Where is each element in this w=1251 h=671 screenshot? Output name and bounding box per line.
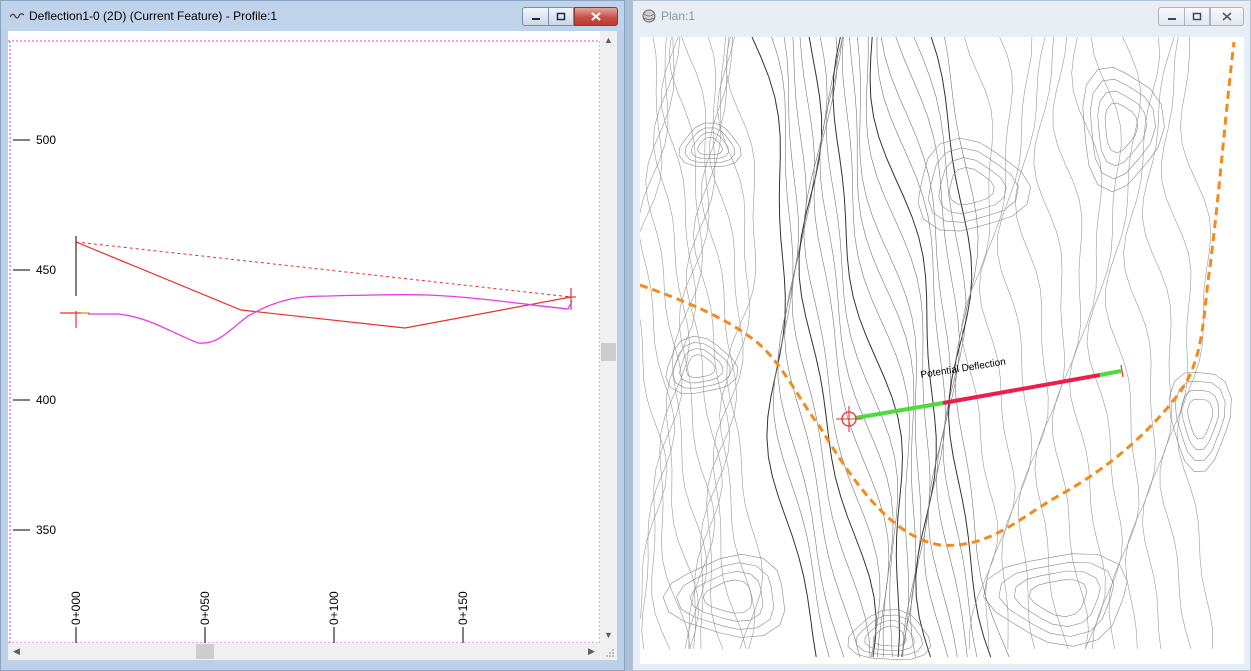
profile-titlebar[interactable]: Deflection1-0 (2D) (Current Feature) - P…	[1, 1, 624, 31]
x-tick-label-50: 0+050	[198, 591, 212, 625]
contour-line	[1187, 398, 1213, 440]
contour-line	[784, 37, 861, 658]
contour-line	[685, 354, 716, 378]
contour-line	[869, 37, 937, 658]
scroll-up-arrow-icon[interactable]: ▲	[600, 31, 617, 48]
design-profile-line	[88, 293, 573, 344]
y-tick-label-450: 450	[36, 263, 56, 277]
contour-line	[1174, 380, 1226, 462]
contour-line	[847, 609, 932, 660]
y-tick-label-350: 350	[36, 523, 56, 537]
x-tick-label-0: 0+000	[69, 591, 83, 625]
contour-line	[1176, 37, 1214, 650]
profile-horizontal-scroll-thumb[interactable]	[196, 644, 214, 659]
contour-line	[1051, 37, 1089, 650]
profile-view[interactable]: 500 450 400 350 0+000 0+050 0+100 0+150	[8, 31, 617, 660]
plan-view[interactable]: Potential Deflection	[640, 37, 1244, 664]
contour-line	[798, 37, 877, 658]
scroll-left-arrow-icon[interactable]: ◀	[8, 643, 25, 660]
contour-line	[1123, 37, 1161, 650]
contour-line	[849, 37, 917, 658]
contour-line	[803, 37, 881, 658]
profile-horizontal-scrollbar[interactable]: ◀ ▶	[8, 643, 600, 660]
contour-line	[961, 37, 998, 649]
chord-dashed-line	[75, 241, 572, 298]
y-tick-label-500: 500	[36, 133, 56, 147]
contour-line	[640, 37, 675, 650]
plan-titlebar[interactable]: Plan:1	[633, 1, 1250, 31]
x-axis: 0+000 0+050 0+100 0+150	[69, 591, 470, 643]
plan-window: Plan:1 Potential Deflection	[632, 0, 1251, 671]
resize-grip-icon[interactable]	[600, 643, 617, 660]
y-tick-label-400: 400	[36, 393, 56, 407]
x-tick-label-150: 0+150	[456, 591, 470, 625]
safe-segment-start[interactable]	[854, 401, 944, 420]
deflection-segment[interactable]	[942, 373, 1101, 405]
scroll-right-arrow-icon[interactable]: ▶	[583, 643, 600, 660]
profile-close-button[interactable]	[574, 7, 618, 26]
plan-minimize-button[interactable]	[1158, 7, 1184, 26]
contour-line	[876, 37, 949, 658]
contour-line	[1082, 66, 1165, 193]
minimize-icon	[1167, 17, 1176, 20]
profile-minimize-button[interactable]	[522, 7, 548, 26]
contour-line	[983, 553, 1128, 647]
profile-wave-icon	[10, 13, 24, 19]
plan-maximize-button[interactable]	[1184, 7, 1210, 26]
profile-window-title: Deflection1-0 (2D) (Current Feature) - P…	[29, 9, 278, 23]
ground-profile-line	[75, 241, 572, 329]
contour-line	[791, 37, 871, 658]
contour-line	[645, 37, 683, 650]
contour-line	[819, 37, 894, 658]
contour-line	[832, 37, 904, 658]
minimize-icon	[531, 17, 540, 20]
contour-line	[777, 37, 845, 658]
contour-line	[948, 167, 995, 205]
profile-vertical-scrollbar[interactable]: ▲ ▼	[600, 31, 617, 643]
contour-line	[1097, 90, 1147, 167]
contour-line	[938, 157, 1007, 214]
scroll-down-arrow-icon[interactable]: ▼	[600, 626, 617, 643]
plan-canvas[interactable]: Potential Deflection	[640, 37, 1244, 664]
contour-line	[841, 37, 910, 658]
contour-line	[944, 37, 1010, 658]
globe-icon	[642, 9, 656, 23]
contour-line	[1141, 37, 1175, 650]
contour-line	[978, 37, 1016, 650]
contour-line	[1159, 37, 1192, 650]
potential-deflection-label: Potential Deflection	[920, 357, 1007, 381]
maximize-icon	[1192, 12, 1202, 21]
contour-lines	[640, 37, 1232, 660]
plan-caption-buttons	[1158, 7, 1244, 26]
contour-line	[895, 37, 968, 658]
contour-line	[717, 37, 756, 650]
profile-vertical-scroll-thumb[interactable]	[601, 343, 616, 361]
contour-line	[997, 37, 1033, 650]
contour-line	[1014, 37, 1049, 650]
crosshair-icon[interactable]	[836, 406, 862, 432]
contour-line	[1105, 37, 1142, 650]
contour-line	[1013, 570, 1101, 627]
contour-line	[865, 37, 931, 658]
plan-close-button[interactable]	[1210, 7, 1244, 26]
contour-line	[1086, 37, 1123, 650]
y-axis: 500 450 400 350	[13, 133, 56, 537]
profile-canvas[interactable]: 500 450 400 350 0+000 0+050 0+100 0+150	[8, 31, 602, 644]
contour-line	[930, 37, 992, 658]
x-tick-label-100: 0+100	[327, 591, 341, 625]
profile-maximize-button[interactable]	[548, 7, 574, 26]
contour-line	[826, 37, 899, 658]
profile-caption-buttons	[522, 7, 618, 26]
close-icon	[591, 12, 601, 21]
close-icon	[1222, 12, 1232, 21]
contour-line	[913, 37, 978, 658]
contour-line	[1168, 372, 1232, 473]
maximize-icon	[556, 12, 566, 21]
contour-line	[1029, 579, 1088, 618]
contour-line	[872, 625, 907, 647]
profile-window: Deflection1-0 (2D) (Current Feature) - P…	[0, 0, 625, 671]
safe-segment-end[interactable]	[1099, 369, 1122, 377]
plan-window-title: Plan:1	[661, 9, 696, 23]
contour-line	[662, 553, 786, 638]
